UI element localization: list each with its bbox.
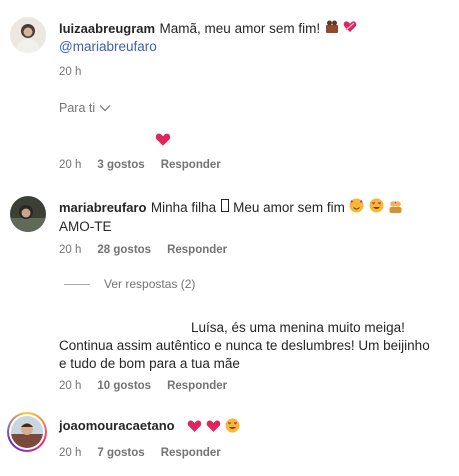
heart-emoji-comment: [155, 132, 171, 152]
comment-username[interactable]: luizaabreugram: [59, 21, 155, 36]
comment-text-line1: Luísa, és uma menina muito meiga!: [191, 320, 405, 335]
heart-eyes-icon: [225, 418, 240, 433]
reply-button[interactable]: Responder: [161, 159, 221, 171]
likes-count[interactable]: 10 gostos: [97, 380, 151, 392]
comment-time: 20 h: [59, 66, 82, 78]
comment-time: 20 h: [59, 380, 82, 392]
replies-divider-line: [64, 283, 90, 285]
comment-username[interactable]: joaomouracaetano: [59, 418, 175, 433]
comment-text-line2: AMO-TE: [59, 219, 112, 234]
heart-icon: [155, 133, 171, 146]
comment-time: 20 h: [59, 244, 82, 256]
comment-text-continued: Meu amor sem fim: [233, 200, 345, 216]
missing-glyph-icon: [220, 199, 229, 217]
reply-button[interactable]: Responder: [167, 380, 227, 392]
heart-icon: [187, 419, 201, 432]
heart-with-ribbon-icon: [343, 20, 357, 38]
view-replies-label: Ver respostas (2): [104, 277, 196, 291]
comment-username[interactable]: mariabreufaro: [59, 200, 146, 215]
couple-heart-icon: [325, 19, 339, 38]
mention-link[interactable]: @mariabreufaro: [59, 39, 157, 54]
likes-count[interactable]: 28 gostos: [97, 244, 151, 256]
chevron-down-icon: [99, 105, 111, 112]
avatar-luizaabreugram[interactable]: [10, 17, 46, 53]
comment-text-line2: Continua assim autêntico e nunca te desl…: [59, 338, 430, 353]
avatar-image: [10, 196, 46, 232]
avatar-mariabreufaro[interactable]: [10, 196, 46, 232]
for-you-label: Para ti: [59, 101, 96, 115]
view-replies-button[interactable]: Ver respostas (2): [64, 277, 195, 291]
avatar-image: [10, 17, 46, 53]
smiling-face-with-hearts-icon: [349, 198, 364, 218]
comment-text-line3: e tudo de bom para a tua mãe: [59, 356, 240, 371]
comment-text: Mamã, meu amor sem fim!: [159, 21, 321, 36]
likes-count[interactable]: 7 gostos: [97, 447, 144, 459]
reply-button[interactable]: Responder: [161, 447, 221, 459]
couple-heart-icon: [388, 199, 403, 218]
avatar-image: [11, 416, 43, 448]
comment-text: Minha filha: [150, 200, 217, 216]
heart-icon: [206, 419, 220, 432]
comment-time: 20 h: [59, 159, 82, 171]
comment-time: 20 h: [59, 447, 82, 459]
for-you-dropdown[interactable]: Para ti: [59, 101, 111, 115]
reply-button[interactable]: Responder: [167, 244, 227, 256]
likes-count[interactable]: 3 gostos: [97, 159, 144, 171]
avatar-joaomouracaetano[interactable]: [7, 412, 47, 452]
heart-eyes-icon: [369, 198, 384, 218]
